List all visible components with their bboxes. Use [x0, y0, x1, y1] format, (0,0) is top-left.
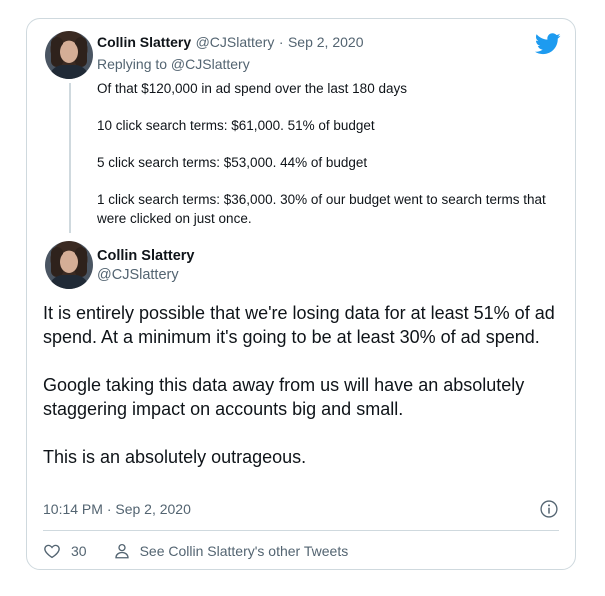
- like-count: 30: [71, 543, 87, 559]
- main-tweet-text: It is entirely possible that we're losin…: [43, 301, 563, 493]
- heart-icon: [44, 544, 60, 559]
- tweet-paragraph: 1 click search terms: $36,000. 30% of ou…: [97, 192, 546, 226]
- author-handle[interactable]: @CJSlattery: [97, 267, 179, 283]
- twitter-bird-icon[interactable]: [535, 33, 561, 55]
- tweet-paragraph: Of that $120,000 in ad spend over the la…: [97, 81, 407, 96]
- tweet-actions: 30 See Collin Slattery's other Tweets: [43, 541, 348, 561]
- like-button[interactable]: 30: [43, 542, 87, 560]
- tweet-paragraph: Google taking this data away from us wil…: [43, 375, 525, 419]
- tweet-text: Of that $120,000 in ad spend over the la…: [97, 79, 567, 246]
- separator: ·: [278, 34, 284, 50]
- tweet-header: Collin Slattery @CJSlattery · Sep 2, 202…: [97, 34, 363, 51]
- tweet-timestamp[interactable]: 10:14 PM · Sep 2, 2020: [43, 501, 191, 517]
- person-icon: [114, 543, 129, 559]
- tweet-paragraph: 5 click search terms: $53,000. 44% of bu…: [97, 155, 368, 170]
- replying-to[interactable]: Replying to @CJSlattery: [97, 56, 250, 72]
- info-icon[interactable]: [539, 499, 559, 519]
- avatar[interactable]: [45, 241, 93, 289]
- author-name[interactable]: Collin Slattery: [97, 34, 191, 50]
- other-tweets-label: See Collin Slattery's other Tweets: [139, 543, 349, 559]
- other-tweets-link[interactable]: See Collin Slattery's other Tweets: [113, 542, 349, 560]
- avatar[interactable]: [45, 31, 93, 79]
- author-name[interactable]: Collin Slattery: [97, 248, 195, 264]
- tweet-paragraph: 10 click search terms: $61,000. 51% of b…: [97, 118, 375, 133]
- author-handle[interactable]: @CJSlattery: [196, 34, 275, 50]
- tweet-date[interactable]: Sep 2, 2020: [288, 34, 364, 50]
- embedded-tweet-card: Collin Slattery @CJSlattery · Sep 2, 202…: [26, 18, 576, 570]
- tweet-paragraph: This is an absolutely outrageous.: [43, 447, 307, 467]
- divider: [43, 530, 559, 531]
- thread-connector-line: [69, 83, 71, 233]
- tweet-paragraph: It is entirely possible that we're losin…: [43, 303, 555, 347]
